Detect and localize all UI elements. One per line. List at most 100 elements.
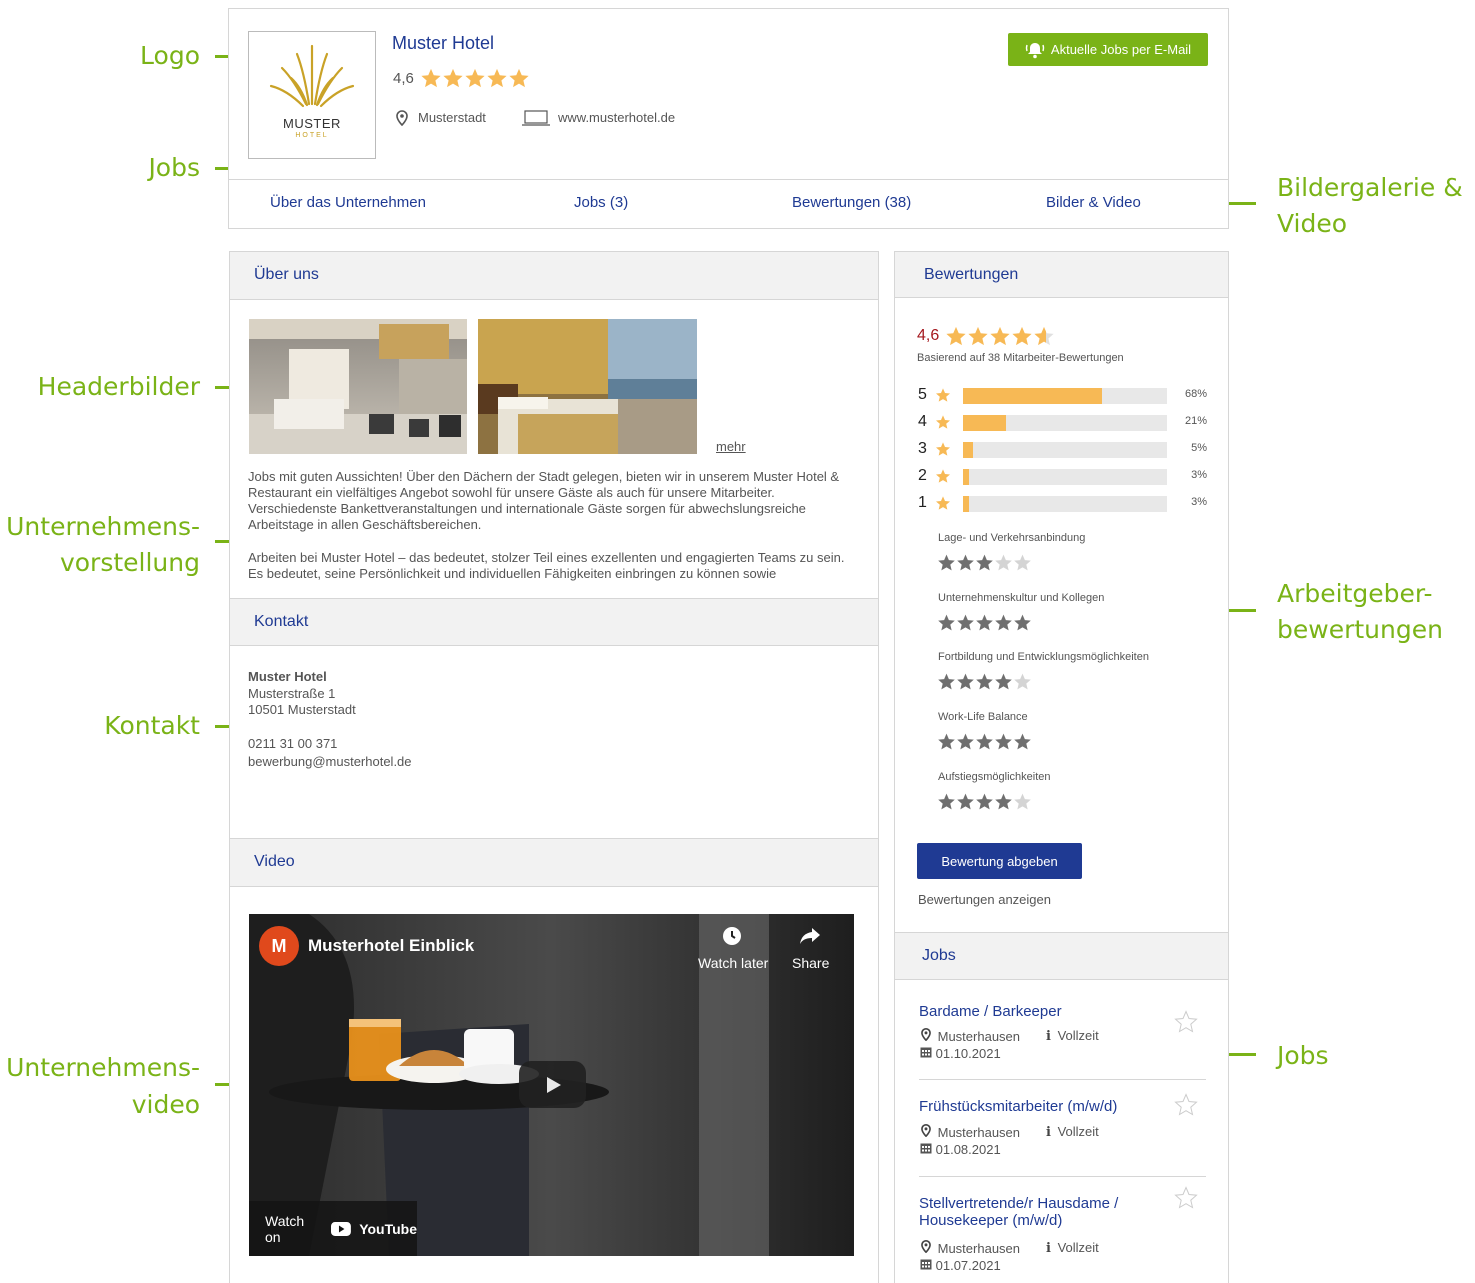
- distribution-bar-fill: [963, 415, 1006, 431]
- job-location-text: Musterhausen: [937, 1029, 1021, 1044]
- star-icon: [936, 388, 950, 402]
- star-icon: [976, 554, 993, 571]
- watch-later-label[interactable]: Watch later: [698, 955, 768, 971]
- star-icon: [1014, 614, 1031, 631]
- star-icon: [487, 68, 507, 88]
- star-icon: [1014, 733, 1031, 750]
- category-label: Aufstiegsmöglichkeiten: [938, 771, 1051, 783]
- distribution-bar: [963, 388, 1167, 404]
- star-icon: [957, 614, 974, 631]
- submit-review-label: Bewertung abgeben: [941, 853, 1058, 869]
- star-icon: [938, 733, 955, 750]
- about-paragraph-1: Jobs mit guten Aussichten! Über den Däch…: [248, 469, 840, 532]
- company-website-link[interactable]: www.musterhotel.de: [558, 110, 675, 125]
- bookmark-star-icon[interactable]: [1174, 1010, 1198, 1038]
- play-button[interactable]: [519, 1061, 586, 1108]
- share-label[interactable]: Share: [792, 955, 829, 971]
- star-icon: [995, 733, 1012, 750]
- job-title[interactable]: Stellvertretende/r Hausdame / Housekeepe…: [919, 1195, 1118, 1229]
- star-icon: [936, 496, 950, 510]
- header-image-room[interactable]: [478, 319, 697, 454]
- more-images-link[interactable]: mehr: [716, 439, 746, 454]
- star-icon: [1014, 793, 1031, 810]
- bookmark-star-icon[interactable]: [1174, 1093, 1198, 1121]
- job-divider: [919, 1079, 1206, 1080]
- job-alert-button[interactable]: Aktuelle Jobs per E-Mail: [1008, 33, 1208, 66]
- distribution-percent: 68%: [1184, 388, 1207, 400]
- category-stars: [937, 672, 1032, 691]
- job-date: 01.07.2021: [920, 1258, 1001, 1273]
- tab-gallery[interactable]: Bilder & Video: [1046, 194, 1141, 211]
- youtube-icon: [331, 1221, 352, 1236]
- job-type: i Vollzeit: [1046, 1124, 1099, 1140]
- clock-icon[interactable]: [722, 926, 742, 951]
- bell-icon: [1025, 42, 1045, 58]
- star-icon: [1014, 554, 1031, 571]
- bookmark-star-icon[interactable]: [1174, 1186, 1198, 1214]
- logo-subtext: HOTEL: [295, 132, 329, 139]
- watch-on-youtube[interactable]: Watch on YouTube: [249, 1201, 417, 1256]
- star-icon: [976, 793, 993, 810]
- tab-about[interactable]: Über das Unternehmen: [270, 194, 426, 211]
- channel-avatar[interactable]: M: [259, 926, 299, 966]
- job-location-text: Musterhausen: [937, 1125, 1021, 1140]
- jobs-header: Jobs: [895, 932, 1228, 980]
- annotation-employer-reviews-2: bewertungen: [1277, 615, 1443, 644]
- calendar-icon: [920, 1047, 932, 1058]
- annotation-company-intro-2: vorstellung: [59, 548, 200, 577]
- star-icon: [990, 326, 1010, 346]
- contact-street: Musterstraße 1: [248, 686, 336, 701]
- job-type-text: Vollzeit: [1057, 1240, 1099, 1255]
- job-location: Musterhausen: [921, 1027, 1021, 1044]
- video-title[interactable]: Musterhotel Einblick: [308, 936, 474, 956]
- header-image-lobby[interactable]: [249, 319, 467, 454]
- share-icon[interactable]: [799, 926, 821, 951]
- star-icon: [946, 326, 966, 346]
- company-logo: MUSTER HOTEL: [248, 31, 376, 159]
- distribution-star-count: 1: [918, 494, 927, 511]
- show-reviews-link[interactable]: Bewertungen anzeigen: [918, 892, 1051, 907]
- video-player[interactable]: M Musterhotel Einblick Watch later Share…: [249, 914, 854, 1256]
- job-alert-button-label: Aktuelle Jobs per E-Mail: [1050, 42, 1192, 57]
- job-type: i Vollzeit: [1046, 1240, 1099, 1256]
- annotation-company-video-2: video: [131, 1090, 200, 1119]
- distribution-star-icon: [935, 495, 951, 516]
- star-icon: [938, 554, 955, 571]
- location-pin-icon: [921, 1123, 931, 1138]
- star-icon: [995, 673, 1012, 690]
- category-label: Fortbildung und Entwicklungsmöglichkeite…: [938, 651, 1149, 663]
- contact-email[interactable]: bewerbung@musterhotel.de: [248, 754, 412, 770]
- job-type-text: Vollzeit: [1057, 1124, 1099, 1139]
- star-icon: [995, 614, 1012, 631]
- about-paragraph-2: Arbeiten bei Muster Hotel – das bedeutet…: [248, 550, 845, 581]
- reviews-title: Bewertungen: [924, 266, 1019, 283]
- video-header: Video: [230, 838, 878, 887]
- annotation-company-intro-1: Unternehmens-: [6, 512, 200, 541]
- contact-phone[interactable]: 0211 31 00 371: [248, 736, 337, 752]
- category-stars: [937, 553, 1032, 572]
- star-icon: [1014, 673, 1031, 690]
- star-icon: [995, 793, 1012, 810]
- company-name[interactable]: Muster Hotel: [392, 33, 494, 54]
- reviews-basis: Basierend auf 38 Mitarbeiter-Bewertungen: [917, 352, 1124, 364]
- contact-title: Kontakt: [254, 613, 309, 630]
- watch-on-label: Watch on: [265, 1212, 305, 1245]
- contact-name: Muster Hotel: [248, 669, 327, 684]
- location-pin-icon: [921, 1027, 931, 1042]
- job-title[interactable]: Bardame / Barkeeper: [919, 1003, 1062, 1020]
- distribution-bar-fill: [963, 496, 969, 512]
- about-header: Über uns: [230, 252, 878, 300]
- annotation-employer-reviews-1: Arbeitgeber-: [1277, 579, 1433, 608]
- star-icon: [1034, 326, 1054, 346]
- distribution-star-count: 5: [918, 386, 927, 403]
- tab-jobs[interactable]: Jobs (3): [574, 194, 628, 211]
- distribution-percent: 5%: [1191, 442, 1207, 454]
- annotation-jobs-side: Jobs: [1277, 1041, 1329, 1070]
- star-icon: [957, 793, 974, 810]
- category-stars: [937, 732, 1032, 751]
- star-icon: [936, 469, 950, 483]
- job-title[interactable]: Frühstücksmitarbeiter (m/w/d): [919, 1098, 1117, 1115]
- submit-review-button[interactable]: Bewertung abgeben: [917, 843, 1082, 879]
- tab-reviews[interactable]: Bewertungen (38): [792, 194, 911, 211]
- star-icon: [976, 673, 993, 690]
